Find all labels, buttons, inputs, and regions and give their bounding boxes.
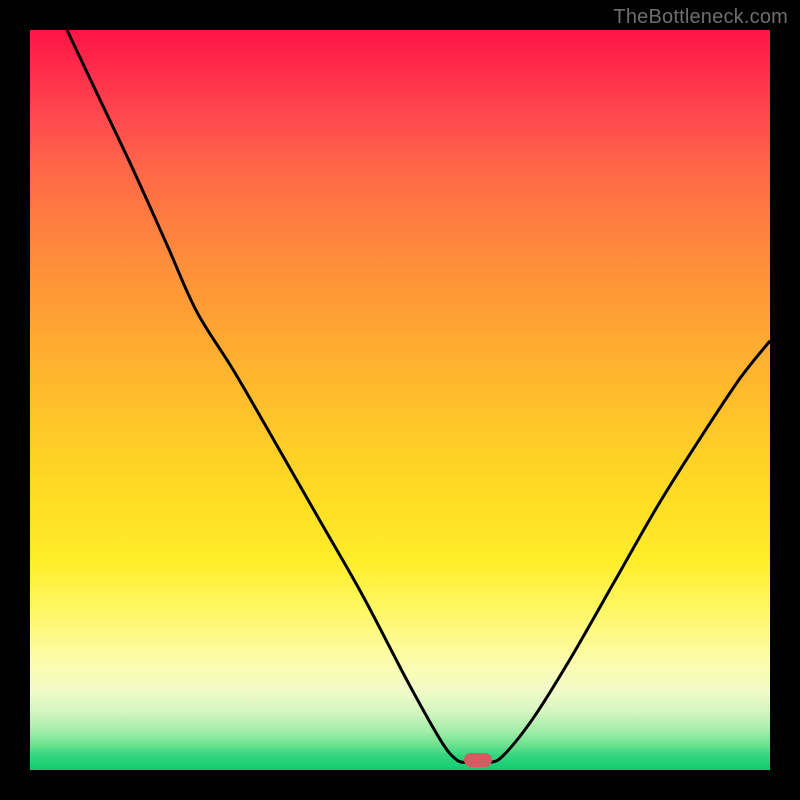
optimal-marker xyxy=(464,753,492,767)
curve-svg xyxy=(30,30,770,770)
plot-area xyxy=(30,30,770,770)
chart-stage: TheBottleneck.com xyxy=(0,0,800,800)
attribution-text: TheBottleneck.com xyxy=(613,6,788,29)
bottleneck-curve xyxy=(67,30,770,763)
